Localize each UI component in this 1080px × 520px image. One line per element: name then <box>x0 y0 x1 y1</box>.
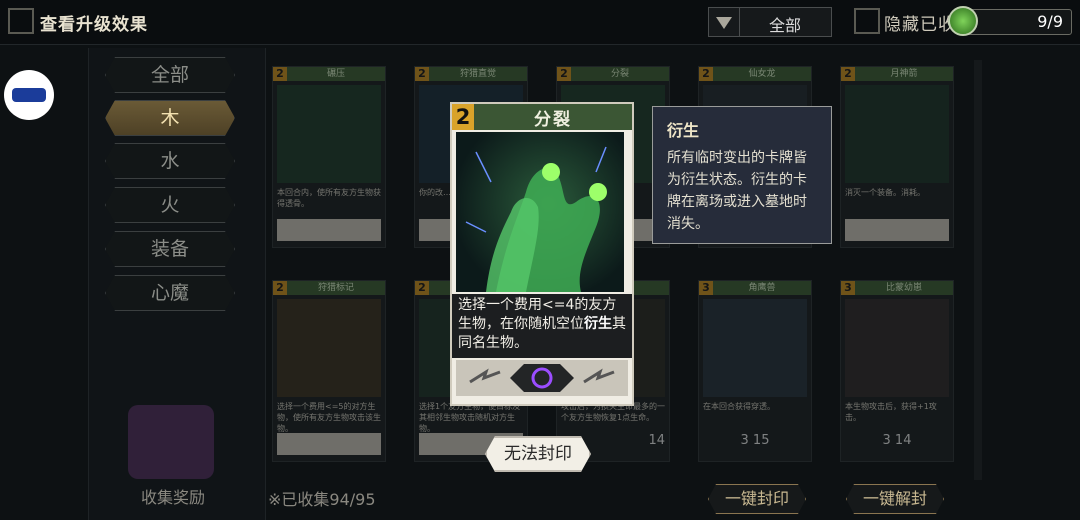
card-grid-scrollbar[interactable] <box>974 60 982 480</box>
tooltip-body: 所有临时变出的卡牌皆为衍生状态。衍生的卡牌在离场或进入墓地时消失。 <box>667 150 807 232</box>
card-detail-name: 分裂 <box>534 110 572 130</box>
seal-all-button[interactable]: 一键封印 <box>708 484 806 514</box>
card-item[interactable]: 2 碾压 本回合内，使所有友方生物获得透骨。 <box>272 66 386 248</box>
card-name: 比蒙幼崽 <box>885 283 922 293</box>
card-detail: 2 分裂 选择一个费用<=4的友方生物，在你随机空位衍生其同名生物。 <box>450 102 634 406</box>
filter-dropdown[interactable]: 全部 <box>708 7 832 37</box>
lightning-icon <box>469 368 501 384</box>
card-cost: 2 <box>841 67 855 81</box>
card-item[interactable]: 3 比蒙幼崽 本生物攻击后，获得+1攻击。 3 14 <box>840 280 954 462</box>
card-name: 仙女龙 <box>748 69 776 79</box>
lightning-icon <box>583 368 615 384</box>
card-cost: 2 <box>699 67 713 81</box>
upgrade-effect-checkbox[interactable] <box>8 8 34 34</box>
category-tab-water[interactable]: 水 <box>105 143 235 179</box>
keyword-tooltip: 衍生 所有临时变出的卡牌皆为衍生状态。衍生的卡牌在离场或进入墓地时消失。 <box>652 106 832 244</box>
category-tab-demon[interactable]: 心魔 <box>105 275 235 311</box>
fast-forward-icon <box>12 88 46 102</box>
speed-toggle-button[interactable] <box>4 70 54 120</box>
card-stats: 3 14 <box>882 433 912 448</box>
card-footer <box>277 433 381 455</box>
card-name: 碾压 <box>326 69 345 79</box>
card-cost: 2 <box>273 281 287 295</box>
filter-value: 全部 <box>768 16 801 35</box>
card-description: 在本回合获得穿透。 <box>703 402 775 411</box>
card-art <box>845 299 949 397</box>
card-name: 狩猎标记 <box>317 283 354 293</box>
card-description: 消灭一个装备。消耗。 <box>845 188 925 197</box>
card-cost: 2 <box>415 281 429 295</box>
card-cost: 3 <box>699 281 713 295</box>
split-hands-illustration <box>465 146 607 292</box>
card-name: 月神箭 <box>890 69 918 79</box>
card-detail-text: 选择一个费用<=4的友方生物，在你随机空位衍生其同名生物。 <box>452 294 632 358</box>
card-description: 选择一个费用<=5的对方生物，使所有友方生物攻击该生物。 <box>277 402 381 433</box>
reward-chest-icon[interactable] <box>128 405 214 479</box>
card-detail-keyword[interactable]: 衍生 <box>584 316 612 332</box>
card-art <box>277 85 381 183</box>
gem-icon <box>948 6 978 36</box>
tooltip-title: 衍生 <box>667 121 700 140</box>
card-cost: 2 <box>415 67 429 81</box>
card-item[interactable]: 2 狩猎标记 选择一个费用<=5的对方生物，使所有友方生物攻击该生物。 <box>272 280 386 462</box>
upgrade-effect-label: 查看升级效果 <box>40 15 148 35</box>
card-description: 本回合内，使所有友方生物获得透骨。 <box>277 188 381 208</box>
card-name: 分裂 <box>610 69 629 79</box>
category-tab-wood[interactable]: 木 <box>105 100 235 136</box>
card-name: 角鹰兽 <box>748 283 776 293</box>
card-footer <box>845 219 949 241</box>
card-cost: 2 <box>557 67 571 81</box>
card-art <box>703 299 807 397</box>
card-art <box>277 299 381 397</box>
unseal-all-button[interactable]: 一键解封 <box>846 484 944 514</box>
collected-count: ※已收集94/95 <box>268 490 376 509</box>
hide-collected-checkbox[interactable] <box>854 8 880 34</box>
card-description: 本生物攻击后，获得+1攻击。 <box>845 402 937 422</box>
card-art <box>845 85 949 183</box>
card-detail-art <box>456 132 624 292</box>
cannot-seal-button[interactable]: 无法封印 <box>485 436 591 472</box>
category-tab-equipment[interactable]: 装备 <box>105 231 235 267</box>
card-footer <box>277 219 381 241</box>
card-name: 狩猎直觉 <box>459 69 496 79</box>
card-item[interactable]: 3 角鹰兽 在本回合获得穿透。 3 15 <box>698 280 812 462</box>
category-tab-fire[interactable]: 火 <box>105 187 235 223</box>
card-cost: 3 <box>841 281 855 295</box>
collection-reward-label: 收集奖励 <box>140 488 205 507</box>
chevron-down-icon <box>709 8 740 36</box>
card-detail-footer-art <box>469 364 615 392</box>
card-stats: 3 15 <box>740 433 770 448</box>
card-counter-value: 9/9 <box>1037 12 1063 31</box>
hide-collected-label: 隐藏已收 <box>884 15 956 35</box>
card-item[interactable]: 2 月神箭 消灭一个装备。消耗。 <box>840 66 954 248</box>
category-tab-all[interactable]: 全部 <box>105 57 235 93</box>
card-cost: 2 <box>273 67 287 81</box>
card-detail-footer <box>456 360 628 396</box>
card-detail-cost: 2 <box>452 104 474 130</box>
